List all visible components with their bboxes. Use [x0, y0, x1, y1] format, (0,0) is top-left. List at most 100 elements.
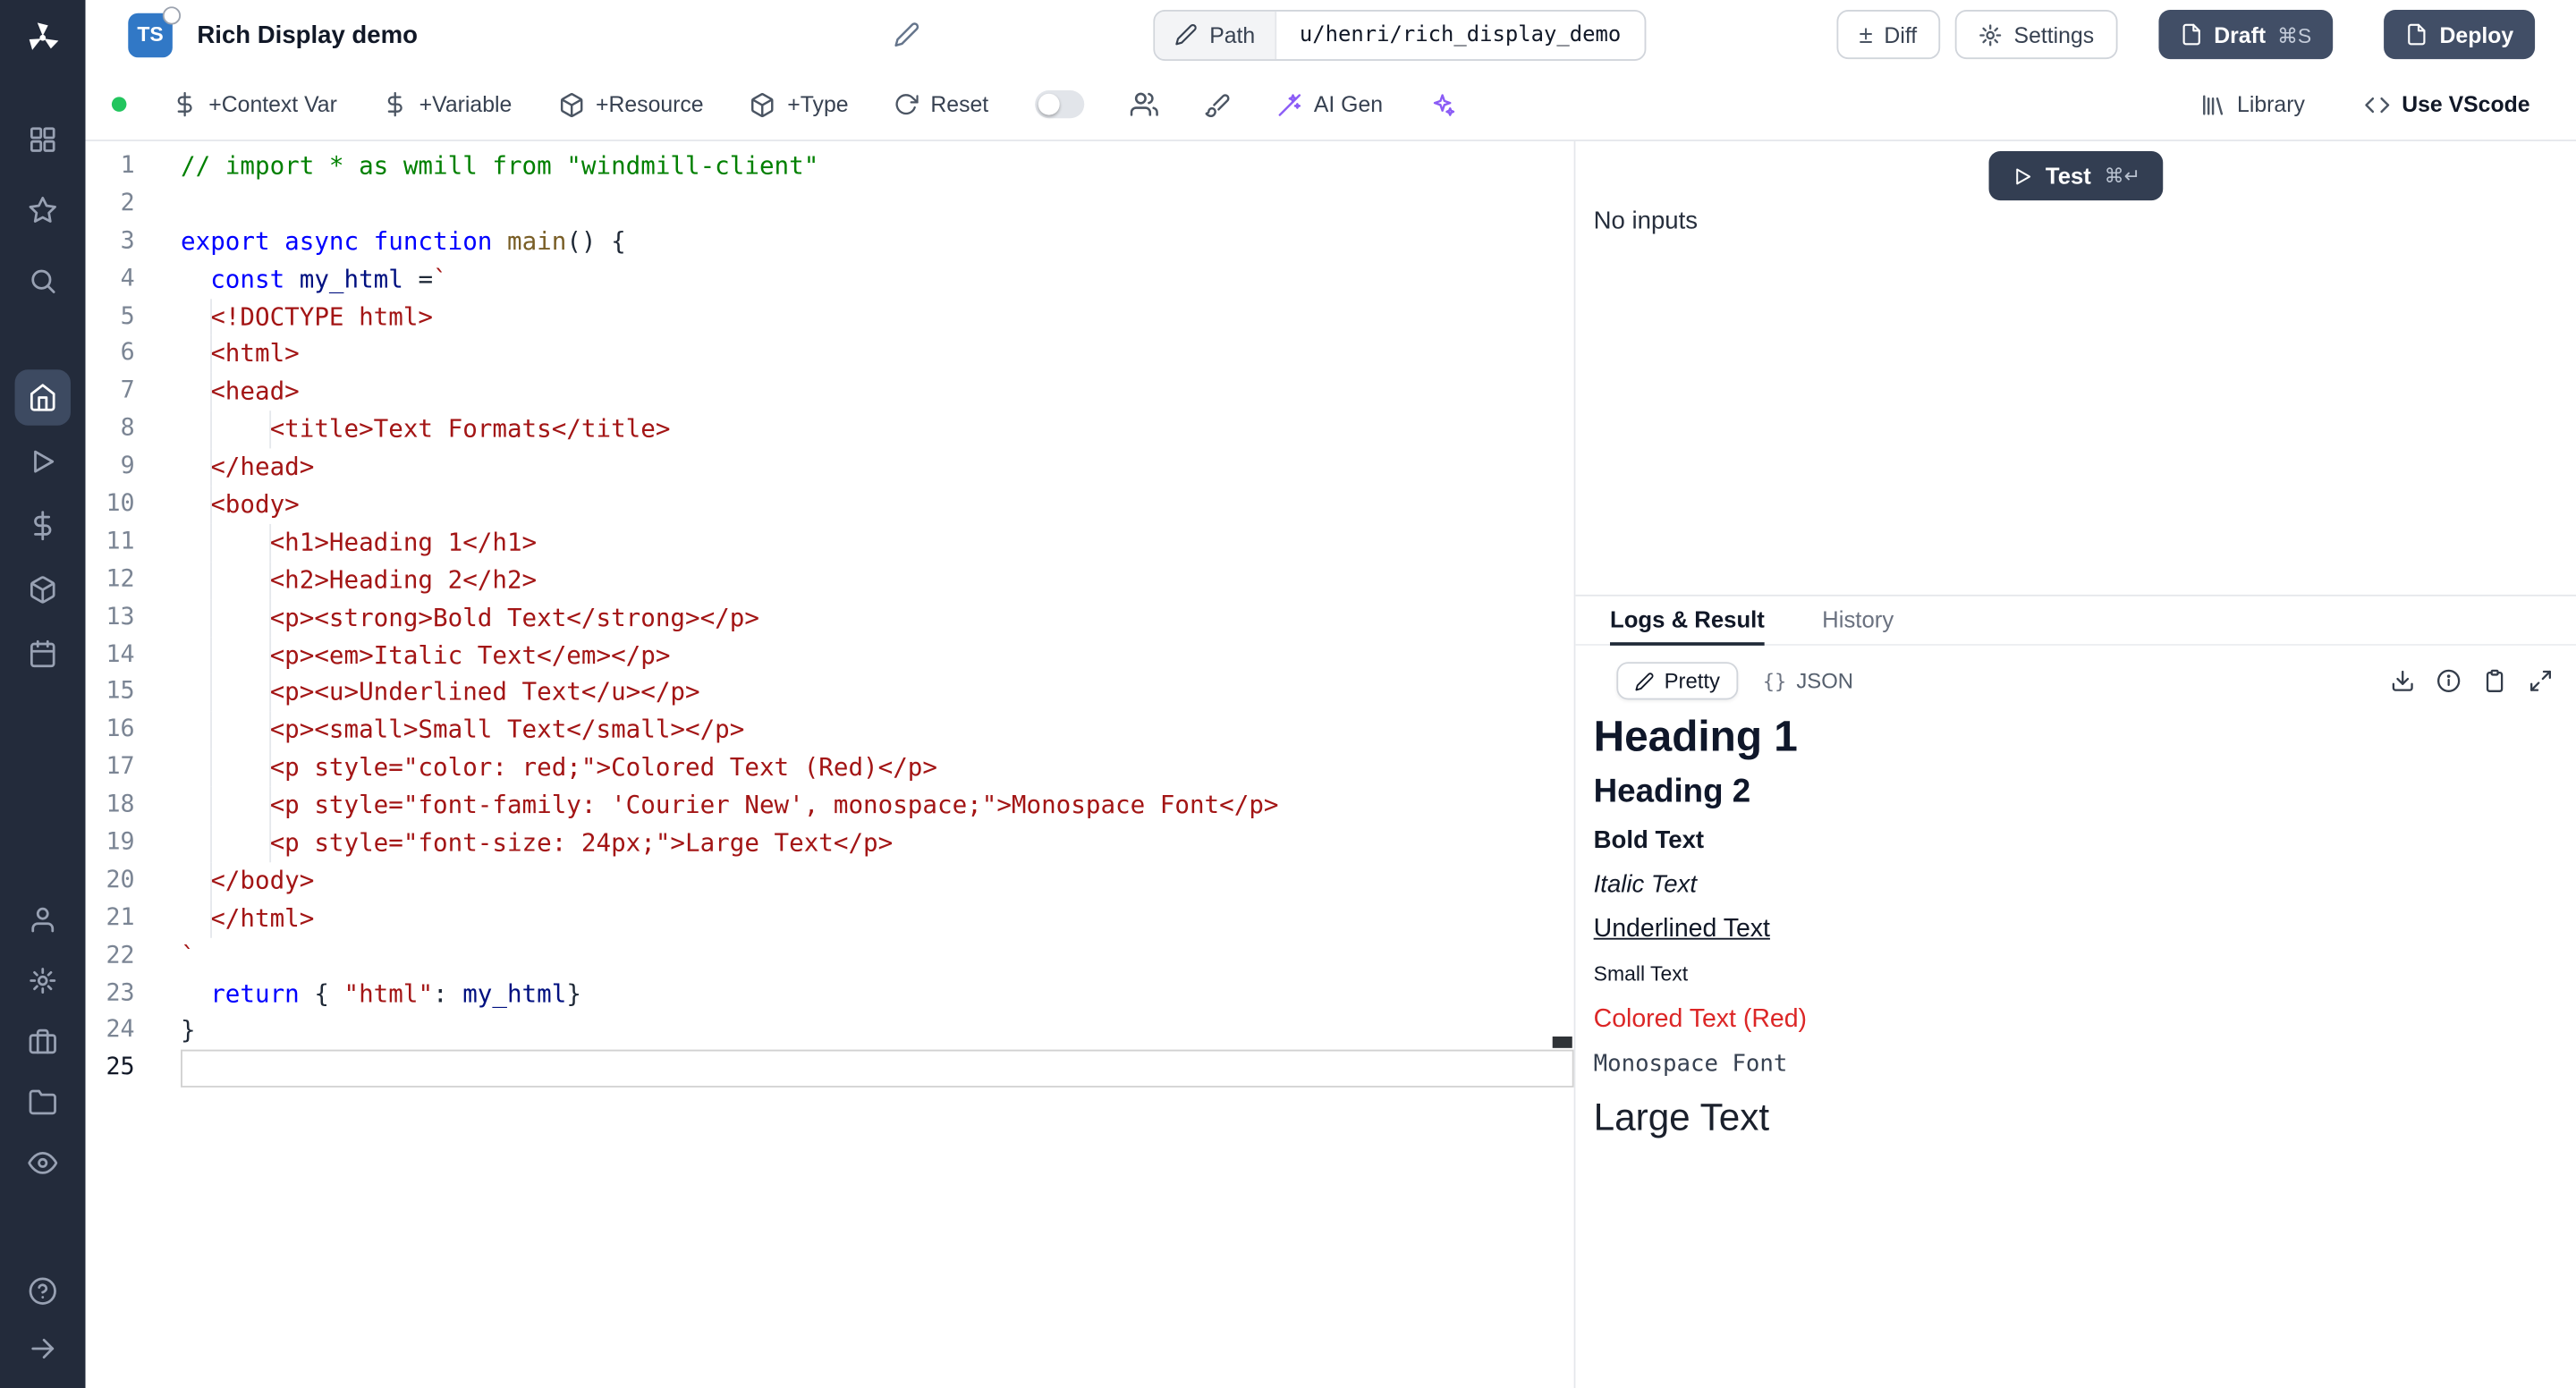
- tab-logs-result[interactable]: Logs & Result: [1610, 606, 1765, 644]
- path-value[interactable]: u/henri/rich_display_demo: [1276, 11, 1644, 58]
- code-line[interactable]: 20 </body>: [86, 862, 1574, 900]
- code-line[interactable]: 2: [86, 185, 1574, 223]
- code-line[interactable]: 19 <p style="font-size: 24px;">Large Tex…: [86, 825, 1574, 862]
- code-text[interactable]: </head>: [181, 449, 1574, 487]
- code-text[interactable]: <p style="color: red;">Colored Text (Red…: [181, 749, 1574, 787]
- resources-cube-icon[interactable]: [15, 562, 71, 617]
- edit-title-pencil-icon[interactable]: [894, 21, 920, 47]
- settings-gear-icon[interactable]: [15, 952, 71, 1008]
- code-line[interactable]: 24}: [86, 1012, 1574, 1050]
- indent-guide: [269, 825, 271, 862]
- code-text[interactable]: [181, 1050, 1574, 1088]
- code-line[interactable]: 1// import * as wmill from "windmill-cli…: [86, 148, 1574, 185]
- add-type-button[interactable]: +Type: [750, 91, 848, 117]
- path-control: Path u/henri/rich_display_demo: [1154, 9, 1646, 60]
- add-context-var-button[interactable]: +Context Var: [173, 92, 337, 117]
- code-text[interactable]: `: [181, 937, 1574, 975]
- code-text[interactable]: export async function main() {: [181, 223, 1574, 260]
- code-text[interactable]: const my_html =`: [181, 260, 1574, 298]
- code-text[interactable]: <h2>Heading 2</h2>: [181, 562, 1574, 599]
- code-line[interactable]: 22`: [86, 937, 1574, 975]
- reset-button[interactable]: Reset: [894, 92, 988, 117]
- workers-briefcase-icon[interactable]: [15, 1013, 71, 1069]
- pretty-view-button[interactable]: Pretty: [1616, 662, 1738, 699]
- deploy-button[interactable]: Deploy: [2384, 10, 2535, 59]
- audit-eye-icon[interactable]: [15, 1135, 71, 1190]
- code-line[interactable]: 14 <p><em>Italic Text</em></p>: [86, 637, 1574, 674]
- code-line[interactable]: 3export async function main() {: [86, 223, 1574, 260]
- windmill-logo-icon[interactable]: [0, 0, 86, 75]
- favorites-star-icon[interactable]: [15, 182, 71, 238]
- code-text[interactable]: <p><em>Italic Text</em></p>: [181, 637, 1574, 674]
- code-text[interactable]: </body>: [181, 862, 1574, 900]
- test-button[interactable]: Test ⌘↵: [1988, 151, 2164, 200]
- code-line[interactable]: 23 return { "html": my_html}: [86, 975, 1574, 1012]
- code-text[interactable]: // import * as wmill from "windmill-clie…: [181, 148, 1574, 185]
- draft-button[interactable]: Draft ⌘S: [2158, 10, 2333, 59]
- code-line[interactable]: 10 <body>: [86, 487, 1574, 524]
- json-view-button[interactable]: {} JSON: [1745, 662, 1872, 699]
- code-line[interactable]: 13 <p><strong>Bold Text</strong></p>: [86, 599, 1574, 637]
- home-icon[interactable]: [15, 369, 71, 425]
- code-line[interactable]: 8 <title>Text Formats</title>: [86, 411, 1574, 449]
- runs-play-icon[interactable]: [15, 434, 71, 489]
- code-text[interactable]: <html>: [181, 336, 1574, 374]
- use-vscode-button[interactable]: Use VScode: [2364, 91, 2530, 117]
- search-icon[interactable]: [15, 253, 71, 309]
- code-text[interactable]: [181, 185, 1574, 223]
- code-text[interactable]: return { "html": my_html}: [181, 975, 1574, 1012]
- code-text[interactable]: <!DOCTYPE html>: [181, 298, 1574, 335]
- folders-icon[interactable]: [15, 1074, 71, 1130]
- code-line[interactable]: 21 </html>: [86, 900, 1574, 937]
- help-icon[interactable]: [15, 1263, 71, 1318]
- edit-path-button[interactable]: Path: [1156, 11, 1277, 58]
- code-text[interactable]: }: [181, 1012, 1574, 1050]
- settings-button[interactable]: Settings: [1954, 10, 2116, 59]
- code-text[interactable]: <body>: [181, 487, 1574, 524]
- code-line[interactable]: 4 const my_html =`: [86, 260, 1574, 298]
- schedules-calendar-icon[interactable]: [15, 626, 71, 681]
- code-text[interactable]: <title>Text Formats</title>: [181, 411, 1574, 449]
- library-button[interactable]: Library: [2199, 91, 2305, 117]
- clipboard-icon[interactable]: [2482, 669, 2507, 694]
- code-text[interactable]: <p><u>Underlined Text</u></p>: [181, 674, 1574, 712]
- format-brush-icon[interactable]: [1204, 91, 1230, 117]
- multiplayer-users-icon[interactable]: [1130, 90, 1157, 118]
- expand-icon[interactable]: [2529, 669, 2554, 694]
- code-line[interactable]: 18 <p style="font-family: 'Courier New',…: [86, 787, 1574, 825]
- code-text[interactable]: <p style="font-family: 'Courier New', mo…: [181, 787, 1574, 825]
- code-text[interactable]: <p><small>Small Text</small></p>: [181, 712, 1574, 749]
- diff-button[interactable]: ± Diff: [1836, 10, 1940, 59]
- code-line[interactable]: 11 <h1>Heading 1</h1>: [86, 524, 1574, 562]
- language-badge[interactable]: TS: [128, 13, 173, 57]
- code-text[interactable]: <h1>Heading 1</h1>: [181, 524, 1574, 562]
- code-line[interactable]: 17 <p style="color: red;">Colored Text (…: [86, 749, 1574, 787]
- user-icon[interactable]: [15, 892, 71, 947]
- code-line[interactable]: 9 </head>: [86, 449, 1574, 487]
- add-resource-button[interactable]: +Resource: [558, 91, 704, 117]
- code-line[interactable]: 12 <h2>Heading 2</h2>: [86, 562, 1574, 599]
- download-icon[interactable]: [2390, 669, 2415, 694]
- code-line[interactable]: 25: [86, 1050, 1574, 1088]
- indent-guide: [210, 487, 212, 524]
- code-text[interactable]: <head>: [181, 374, 1574, 411]
- code-editor[interactable]: 1// import * as wmill from "windmill-cli…: [86, 141, 1574, 1388]
- code-line[interactable]: 5 <!DOCTYPE html>: [86, 298, 1574, 335]
- collapse-arrow-icon[interactable]: [15, 1321, 71, 1376]
- code-line[interactable]: 16 <p><small>Small Text</small></p>: [86, 712, 1574, 749]
- info-icon[interactable]: [2436, 669, 2462, 694]
- code-line[interactable]: 7 <head>: [86, 374, 1574, 411]
- ai-sparkles-icon[interactable]: [1428, 91, 1454, 117]
- variables-dollar-icon[interactable]: [15, 498, 71, 554]
- draft-button-label: Draft: [2214, 22, 2266, 47]
- diff-mode-toggle[interactable]: [1035, 90, 1084, 118]
- apps-grid-icon[interactable]: [15, 112, 71, 167]
- code-line[interactable]: 6 <html>: [86, 336, 1574, 374]
- code-text[interactable]: <p><strong>Bold Text</strong></p>: [181, 599, 1574, 637]
- tab-history[interactable]: History: [1822, 606, 1894, 644]
- code-line[interactable]: 15 <p><u>Underlined Text</u></p>: [86, 674, 1574, 712]
- ai-gen-button[interactable]: AI Gen: [1276, 91, 1383, 117]
- add-variable-button[interactable]: +Variable: [383, 92, 512, 117]
- code-text[interactable]: <p style="font-size: 24px;">Large Text</…: [181, 825, 1574, 862]
- code-text[interactable]: </html>: [181, 900, 1574, 937]
